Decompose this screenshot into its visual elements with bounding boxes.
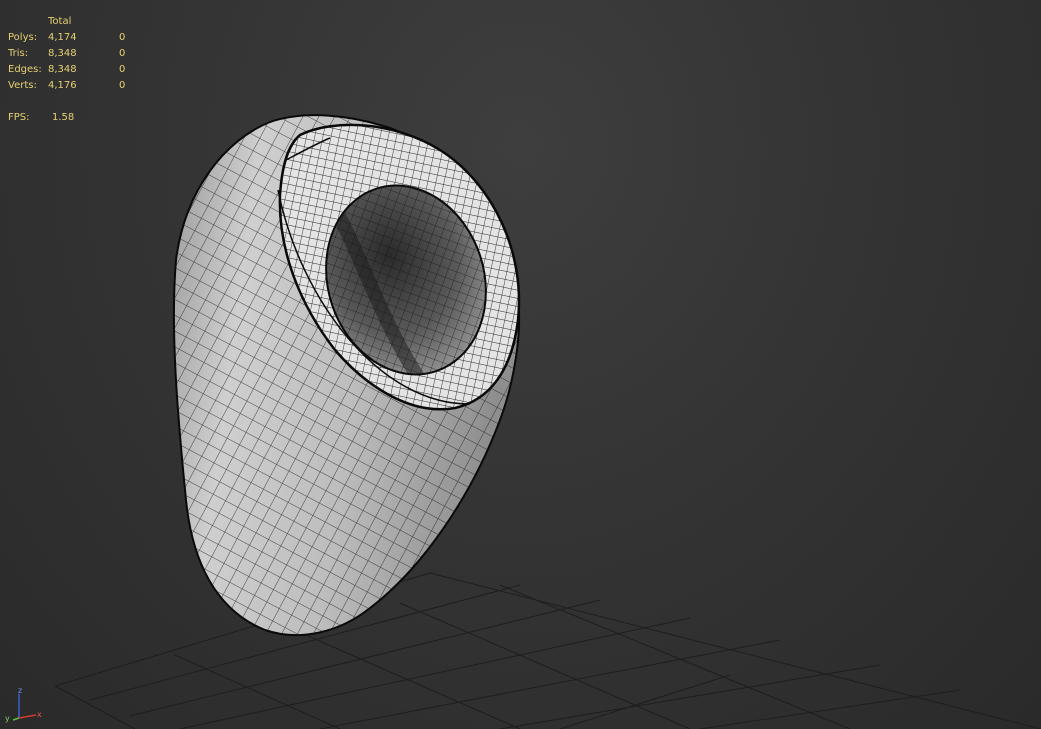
stats-value-tris: 8,348: [48, 48, 77, 59]
home-grid: [54, 572, 1041, 729]
stats-fps-label: FPS:: [8, 112, 30, 123]
stats-value-verts: 4,176: [48, 80, 77, 91]
stats-label-polys: Polys:: [8, 32, 38, 43]
stats-selected-edges: 0: [119, 64, 126, 75]
axis-x-label: x: [37, 710, 42, 719]
stats-label-edges: Edges:: [8, 64, 42, 75]
stats-fps-value: 1.58: [52, 112, 75, 123]
urinal-mesh[interactable]: [172, 114, 521, 637]
stats-selected-tris: 0: [119, 48, 126, 59]
viewport-statistics: Total Polys: 4,174 0 Tris: 8,348 0 Edges…: [0, 0, 200, 140]
axis-y-label: y: [5, 714, 10, 723]
stats-selected-polys: 0: [119, 32, 126, 43]
perspective-viewport[interactable]: Total Polys: 4,174 0 Tris: 8,348 0 Edges…: [0, 0, 1041, 729]
axis-x-line: [18, 714, 37, 719]
stats-label-tris: Tris:: [8, 48, 29, 59]
axis-y-line: [12, 717, 20, 721]
stats-value-edges: 8,348: [48, 64, 77, 75]
axis-tripod-icon: z x y: [5, 686, 42, 723]
stats-selected-verts: 0: [119, 80, 126, 91]
stats-value-polys: 4,174: [48, 32, 77, 43]
stats-label-verts: Verts:: [8, 80, 37, 91]
axis-z-label: z: [18, 686, 22, 695]
stats-column-total: Total: [48, 16, 72, 27]
